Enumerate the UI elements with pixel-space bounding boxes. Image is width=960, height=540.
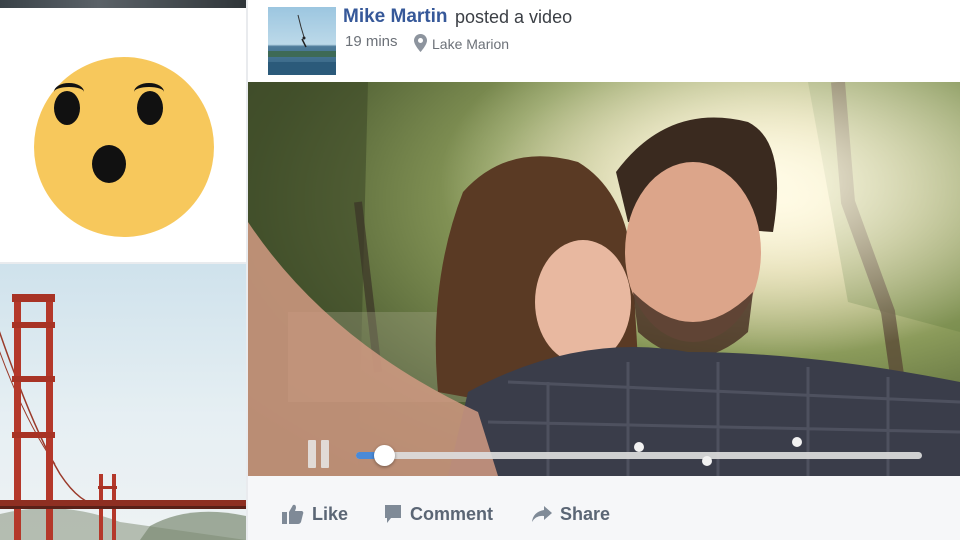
like-label: Like xyxy=(312,503,349,524)
bridge-illustration xyxy=(0,294,246,540)
pause-button[interactable] xyxy=(308,440,330,468)
share-arrow-icon xyxy=(532,506,552,522)
share-button[interactable]: Share xyxy=(532,500,610,528)
like-button[interactable]: Like xyxy=(282,500,348,528)
mouth xyxy=(92,145,126,183)
pause-icon-bar-right xyxy=(321,440,329,468)
author-avatar[interactable] xyxy=(268,7,336,75)
wow-reaction-icon[interactable] xyxy=(34,57,214,237)
post-action-text: posted a video xyxy=(455,7,573,27)
bridge-photo[interactable] xyxy=(0,264,246,540)
post-timestamp[interactable]: 19 mins xyxy=(345,33,398,50)
timeline-marker xyxy=(634,442,644,452)
comment-label: Comment xyxy=(410,503,494,524)
comment-button[interactable]: Comment xyxy=(384,500,493,528)
author-name-link[interactable]: Mike Martin xyxy=(343,6,448,28)
map-pin-icon xyxy=(414,34,427,52)
video-progress-handle[interactable] xyxy=(374,445,395,466)
pause-icon-bar-left xyxy=(308,440,316,468)
thumbs-up-icon xyxy=(282,504,304,524)
post-actions-bar: Like Comment Share xyxy=(248,476,960,540)
timeline-marker xyxy=(792,437,802,447)
share-label: Share xyxy=(560,503,611,524)
video-post-card: Mike Martin posted a video 19 mins Lake … xyxy=(248,0,960,540)
video-progress-track[interactable] xyxy=(356,452,922,459)
eye-left xyxy=(54,91,80,125)
video-frame xyxy=(248,82,960,476)
timeline-marker xyxy=(702,456,712,466)
post-header: Mike Martin posted a video 19 mins Lake … xyxy=(248,0,960,82)
photo-strip-top[interactable] xyxy=(0,0,246,8)
eye-right xyxy=(137,91,163,125)
video-player[interactable] xyxy=(248,82,960,476)
avatar-image xyxy=(268,14,336,75)
post-location-link[interactable]: Lake Marion xyxy=(432,36,509,52)
speech-bubble-icon xyxy=(385,505,401,523)
